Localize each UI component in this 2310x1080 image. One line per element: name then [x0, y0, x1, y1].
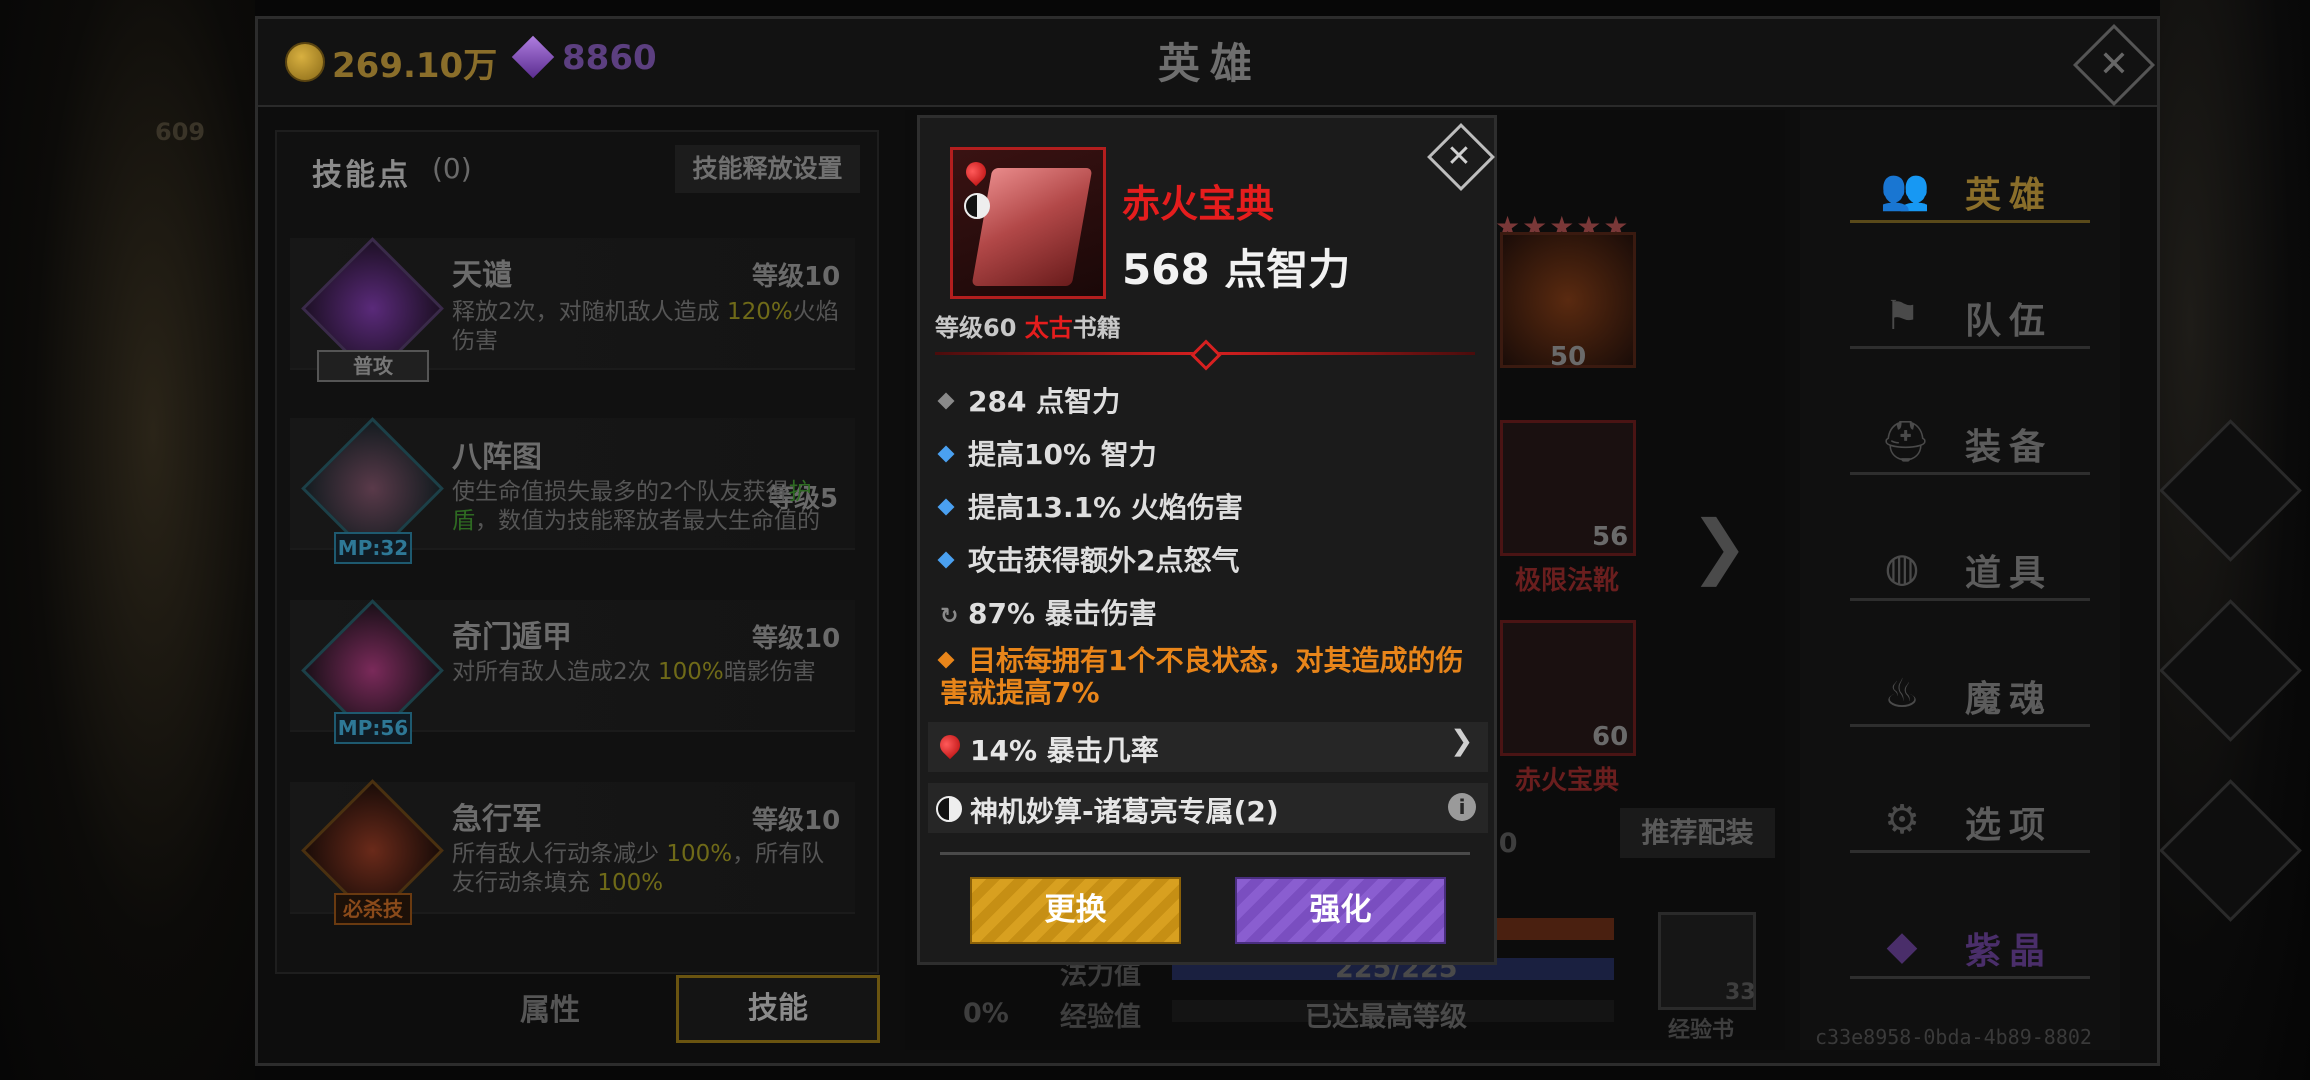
gem-amount: 8860 [562, 38, 657, 78]
skill-name: 奇门遁甲 [452, 620, 572, 655]
crystal-icon: ◆ [1886, 923, 1918, 969]
gold-coin-icon [285, 42, 325, 82]
set-bonus-text: 神机妙算-诸葛亮专属(2) [970, 795, 1279, 828]
red-book-icon [971, 168, 1093, 286]
exp-value: 已达最高等级 [1305, 1002, 1467, 1033]
nav-label: 装备 [1965, 427, 2054, 468]
equipment-name: 极限法靴 [1515, 566, 1620, 596]
exp-label: 经验值 [1060, 1002, 1141, 1033]
equipment-level: 50 [1550, 342, 1587, 372]
chevron-right-icon[interactable]: ❯ [1450, 724, 1473, 757]
exp-book-label: 经验书 [1668, 1018, 1735, 1043]
next-arrow-icon[interactable]: ❯ [1690, 505, 1749, 587]
tab-attributes[interactable]: 属性 [520, 985, 580, 1029]
stat-line: 攻击获得额外2点怒气 [937, 539, 1239, 579]
legendary-stat: 目标每拥有1个不良状态，对其造成的伤害就提高7% [937, 645, 1485, 709]
nav-label: 魔魂 [1965, 679, 2054, 720]
skill-tag: MP:56 [334, 712, 412, 744]
skill-description: 使生命值损失最多的2个队友获得护盾，数值为技能释放者最大生命值的 [452, 479, 820, 534]
skill-tag: 普攻 [317, 350, 429, 382]
close-icon[interactable]: ✕ [2085, 36, 2143, 94]
skill-tag: MP:32 [334, 532, 412, 564]
background-number: 609 [155, 118, 206, 146]
popup-divider [940, 852, 1470, 855]
skill-description: 所有敌人行动条减少 100%，所有队友行动条填充 100% [452, 841, 825, 896]
skill-release-settings-button[interactable]: 技能释放设置 [675, 145, 860, 193]
flame-icon: ♨ [1884, 671, 1920, 717]
tab-skills[interactable]: 技能 [676, 975, 880, 1043]
refresh-icon: ↻ [940, 604, 959, 629]
skill-points-count: (0) [432, 152, 472, 185]
equipment-level: 56 [1592, 522, 1629, 552]
item-level-line: 等级60 太古书籍 [935, 314, 1121, 342]
percent-value: 0% [963, 998, 1009, 1029]
skill-description: 释放2次，对随机敌人造成 120%火焰伤害 [452, 299, 839, 354]
info-icon[interactable]: i [1448, 793, 1476, 821]
nav-item-items[interactable]: ◍ 道具 [1850, 538, 2090, 601]
replace-button[interactable]: 更换 [970, 877, 1181, 944]
stat-line: 284 点智力 [937, 380, 1120, 420]
skill-level: 等级10 [752, 806, 841, 836]
gold-amount: 269.10万 [332, 46, 498, 86]
skill-level: 等级10 [752, 624, 841, 654]
stat-line: 提高13.1% 火焰伤害 [937, 486, 1243, 526]
equipment-name: 赤火宝典 [1515, 766, 1620, 796]
stat-line: ↻ 87% 暴击伤害 [940, 597, 1157, 630]
heroes-icon: 👥 [1880, 167, 1930, 213]
nav-label: 英雄 [1965, 175, 2054, 216]
background-left [0, 0, 255, 1080]
yin-yang-icon [936, 796, 962, 822]
equipment-level: 60 [1592, 722, 1629, 752]
background-code: c33e8958-0bda-4b89-8802 [1815, 1025, 2092, 1049]
skill-tag: 必杀技 [334, 893, 412, 925]
nav-label: 选项 [1965, 805, 2054, 846]
enhance-button[interactable]: 强化 [1235, 877, 1446, 944]
nav-item-soul[interactable]: ♨ 魔魂 [1850, 664, 2090, 727]
bag-icon: ◍ [1884, 545, 1920, 591]
stat-line: 提高10% 智力 [937, 433, 1157, 473]
nav-label: 道具 [1965, 553, 2054, 594]
skill-description: 对所有敌人造成2次 100%暗影伤害 [452, 659, 816, 685]
skill-level: 等级10 [752, 262, 841, 292]
skill-name: 急行军 [452, 802, 542, 837]
nav-item-equipment[interactable]: ⛑ 装备 [1850, 412, 2090, 475]
yin-yang-icon [964, 193, 990, 219]
item-name: 赤火宝典 [1122, 182, 1275, 226]
socket-gem-text: 14% 暴击几率 [970, 734, 1159, 767]
nav-item-heroes[interactable]: 👥 英雄 [1850, 160, 2090, 223]
gear-icon: ⚙ [1884, 797, 1920, 843]
flag-icon: ⚑ [1884, 293, 1920, 339]
nav-item-options[interactable]: ⚙ 选项 [1850, 790, 2090, 853]
nav-label: 紫晶 [1965, 931, 2054, 972]
recommend-build-button[interactable]: 推荐配装 [1620, 808, 1775, 858]
nav-item-crystal[interactable]: ◆ 紫晶 [1850, 916, 2090, 979]
skill-points-label: 技能点 [312, 158, 411, 193]
item-main-stat: 568 点智力 [1122, 245, 1351, 294]
skill-name: 八阵图 [452, 440, 542, 475]
nav-item-team[interactable]: ⚑ 队伍 [1850, 286, 2090, 349]
window-title: 英雄 [1157, 39, 1262, 88]
nav-label: 队伍 [1965, 301, 2054, 342]
close-icon[interactable]: ✕ [1434, 132, 1484, 182]
exp-book-count: 33 [1725, 980, 1756, 1005]
skill-name: 天谴 [452, 258, 512, 293]
helmet-icon: ⛑ [1880, 419, 1931, 465]
